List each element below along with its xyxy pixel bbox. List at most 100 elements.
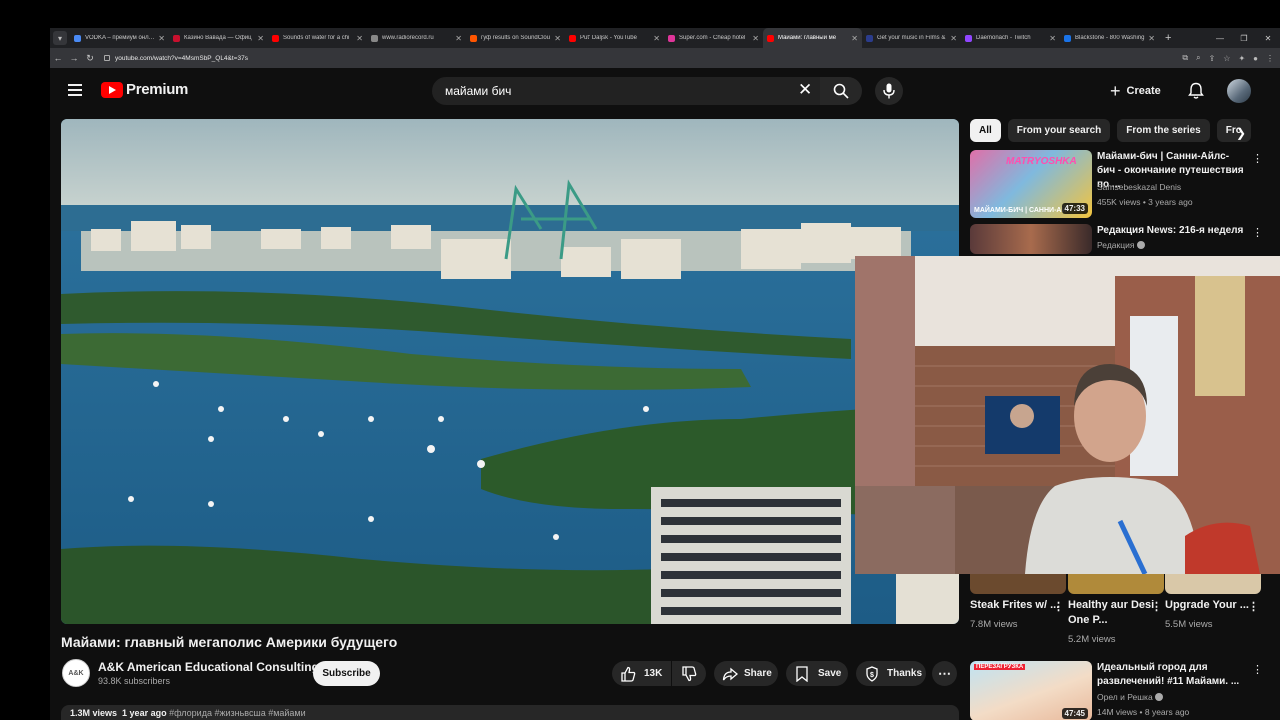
description-box[interactable]: 1.3M views 1 year ago #флорида #жизньвсш…: [61, 705, 959, 720]
guide-menu-icon[interactable]: [68, 84, 82, 96]
channel-name[interactable]: A&K American Educational Consulting: [98, 660, 319, 674]
extensions-icon[interactable]: ✦: [1238, 54, 1245, 63]
browser-tab[interactable]: Put' Daljsk - YouTube ✕: [565, 28, 664, 48]
tab-search-button[interactable]: ▾: [53, 31, 67, 45]
browser-tab[interactable]: www.radiorecord.ru ✕: [367, 28, 466, 48]
chip-all[interactable]: All: [970, 119, 1001, 142]
recommended-title: Редакция News: 216-я неделя: [1097, 225, 1244, 236]
voice-search-button[interactable]: [875, 77, 903, 105]
browser-tab[interactable]: Super.com - Cheap hotel ✕: [664, 28, 763, 48]
more-actions-button[interactable]: ⋯: [932, 661, 957, 686]
menu-icon[interactable]: ⋮: [1266, 54, 1274, 63]
chip-from-your-search[interactable]: From your search: [1007, 119, 1111, 142]
more-vertical-icon[interactable]: ⋮: [1252, 152, 1263, 165]
search-button[interactable]: [820, 77, 862, 105]
save-button[interactable]: Save: [786, 661, 848, 686]
recommended-video[interactable]: Редакция News: 216-я неделя Редакция ⋮: [970, 224, 1270, 254]
close-tab-icon[interactable]: ✕: [1049, 34, 1056, 43]
site-info-icon[interactable]: [104, 55, 110, 61]
close-tab-icon[interactable]: ✕: [950, 34, 957, 43]
toolbar-icons: ⧉ ⌕ ⇪ ☆ ✦ ● ⋮: [1182, 48, 1274, 68]
clear-search-icon[interactable]: ✕: [798, 81, 812, 99]
close-window-icon[interactable]: ✕: [1256, 34, 1280, 43]
close-tab-icon[interactable]: ✕: [653, 34, 660, 43]
window-controls: — ❐ ✕: [1208, 28, 1280, 48]
bookmark-star-icon[interactable]: ☆: [1223, 54, 1230, 63]
account-avatar[interactable]: [1227, 79, 1251, 103]
youtube-logo[interactable]: Premium: [101, 81, 188, 98]
minimize-icon[interactable]: —: [1208, 34, 1232, 43]
like-button[interactable]: 13K: [612, 661, 671, 686]
hashtags[interactable]: #флорида #жизньвсша #майами: [169, 708, 306, 718]
browser-tab[interactable]: Майами: главный ме ✕: [763, 28, 862, 48]
profile-icon[interactable]: ●: [1253, 54, 1258, 63]
more-vertical-icon[interactable]: ⋮: [1248, 600, 1259, 615]
video-thumbnail[interactable]: ПЕРЕЗАГРУЗКА 47:45: [970, 661, 1092, 720]
share-icon: [722, 667, 738, 680]
browser-tab[interactable]: Sounds of water for a chi ✕: [268, 28, 367, 48]
subscribe-button[interactable]: Subscribe: [313, 661, 380, 686]
forward-icon[interactable]: →: [66, 53, 82, 63]
close-tab-icon[interactable]: ✕: [752, 34, 759, 43]
recommended-channel[interactable]: Орел и Решка: [1097, 690, 1164, 704]
chips-next-icon[interactable]: ❯: [1236, 126, 1246, 140]
zoom-icon[interactable]: ⌕: [1196, 53, 1200, 63]
recommended-channel[interactable]: Samsebeskazal Denis: [1097, 180, 1181, 194]
like-count: 13K: [644, 668, 663, 679]
video-player[interactable]: [61, 119, 959, 624]
video-thumbnail[interactable]: [970, 224, 1092, 254]
notifications-bell-icon[interactable]: [1188, 82, 1204, 100]
install-icon[interactable]: ⧉: [1182, 53, 1188, 63]
channel-avatar[interactable]: A&K: [62, 659, 90, 687]
recommended-video[interactable]: ПЕРЕЗАГРУЗКА 47:45 Идеальный город для р…: [970, 661, 1270, 720]
address-bar[interactable]: youtube.com/watch?v=4MsmSbP_QL4&t=37s: [104, 55, 248, 62]
create-button[interactable]: + Create: [1110, 80, 1161, 102]
upload-age: 1 year ago: [122, 708, 167, 718]
video-thumbnail[interactable]: MATRYOSHKA МАЙАМИ-БИЧ | САННИ-АЙ 47:33: [970, 150, 1092, 218]
shorts-item[interactable]: Healthy aur Desi One P... 5.2M views ⋮: [1068, 574, 1166, 647]
reload-icon[interactable]: ↻: [82, 53, 98, 64]
browser-tab[interactable]: Daemonach - Twitch ✕: [961, 28, 1060, 48]
more-vertical-icon[interactable]: ⋮: [1252, 663, 1263, 676]
thanks-button[interactable]: $ Thanks: [856, 661, 926, 686]
new-tab-button[interactable]: +: [1165, 32, 1171, 44]
share-label: Share: [744, 668, 772, 679]
close-tab-icon[interactable]: ✕: [851, 34, 858, 43]
back-icon[interactable]: ←: [50, 53, 66, 63]
browser-tab[interactable]: гуф results on SoundClou ✕: [466, 28, 565, 48]
chip-from-the-series[interactable]: From the series: [1117, 119, 1210, 142]
youtube-play-icon: [101, 81, 123, 98]
more-vertical-icon[interactable]: ⋮: [1252, 226, 1263, 239]
favicon-icon: [767, 34, 774, 42]
thumbs-down-icon: [682, 665, 697, 681]
bookmark-icon: [796, 665, 808, 682]
share-button[interactable]: Share: [714, 661, 778, 686]
video-title: Майами: главный мегаполис Америки будуще…: [61, 634, 398, 650]
close-tab-icon[interactable]: ✕: [455, 34, 462, 43]
close-tab-icon[interactable]: ✕: [257, 34, 264, 43]
recommended-video[interactable]: MATRYOSHKA МАЙАМИ-БИЧ | САННИ-АЙ 47:33 М…: [970, 150, 1270, 220]
tab-title: Sounds of water for a chi: [283, 35, 350, 41]
maximize-icon[interactable]: ❐: [1232, 34, 1256, 43]
shorts-item[interactable]: Steak Frites w/ ... 7.8M views ⋮: [970, 574, 1068, 632]
shorts-item[interactable]: Upgrade Your ... 5.5M views ⋮: [1165, 574, 1263, 632]
close-tab-icon[interactable]: ✕: [554, 34, 561, 43]
share-page-icon[interactable]: ⇪: [1209, 54, 1216, 63]
video-duration: 47:45: [1061, 708, 1088, 719]
search-input[interactable]: майами бич: [432, 77, 820, 105]
dislike-button[interactable]: [672, 661, 706, 686]
more-vertical-icon[interactable]: ⋮: [1151, 600, 1162, 615]
close-tab-icon[interactable]: ✕: [1148, 34, 1155, 43]
shorts-thumbnail[interactable]: [1165, 574, 1261, 594]
browser-tab[interactable]: Get your music in Films & ✕: [862, 28, 961, 48]
close-tab-icon[interactable]: ✕: [158, 34, 165, 43]
browser-tab[interactable]: Казино Вавада — Офиц ✕: [169, 28, 268, 48]
browser-tab[interactable]: VODKA – премиум онлайн ✕: [70, 28, 169, 48]
more-vertical-icon[interactable]: ⋮: [1053, 600, 1064, 615]
browser-tab[interactable]: Blackstone - 800 Washing ✕: [1060, 28, 1159, 48]
recommended-channel[interactable]: Редакция: [1097, 238, 1145, 252]
shorts-thumbnail[interactable]: [970, 574, 1066, 594]
shorts-thumbnail[interactable]: [1068, 574, 1164, 594]
tab-title: Super.com - Cheap hotel: [679, 35, 746, 41]
close-tab-icon[interactable]: ✕: [356, 34, 363, 43]
